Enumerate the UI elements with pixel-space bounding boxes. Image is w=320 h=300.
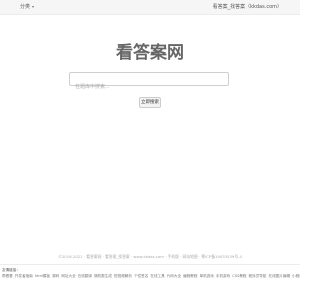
friend-link[interactable]: 程序员导航 xyxy=(249,274,267,278)
search-input[interactable] xyxy=(70,81,225,93)
search-box xyxy=(69,72,229,93)
friend-link[interactable]: 小程序开发 xyxy=(292,274,300,278)
category-label: 分类 xyxy=(20,4,31,10)
friend-links: 友情链接： 帮看看 开发者指南 html模板 源码 网址大全 在线翻译 随机数生成 短视频解析… xyxy=(0,264,300,288)
friend-link[interactable]: 帮看看 xyxy=(2,274,13,278)
friend-link[interactable]: 编程教程 xyxy=(183,274,197,278)
friend-link[interactable]: 手机游戏 xyxy=(216,274,230,278)
friend-link[interactable]: html模板 xyxy=(35,274,50,278)
friend-link[interactable]: 随机数生成 xyxy=(94,274,112,278)
search-button[interactable]: 立即搜索 xyxy=(139,97,161,108)
friend-link[interactable]: 开发者指南 xyxy=(15,274,33,278)
top-bar: 分类 ▾ 看答案_找答案（kkdas.com） xyxy=(0,0,300,15)
friend-link[interactable]: 在线工具 xyxy=(150,274,164,278)
site-name-link[interactable]: 看答案_找答案（kkdas.com） xyxy=(213,3,282,10)
friend-link[interactable]: 网址大全 xyxy=(61,274,75,278)
friend-link[interactable]: 在线图片编辑 xyxy=(268,274,290,278)
caret-down-icon: ▾ xyxy=(32,4,35,9)
friend-link[interactable]: 代码大全 xyxy=(167,274,181,278)
friend-link[interactable]: CSS教程 xyxy=(232,274,246,278)
category-dropdown[interactable]: 分类 ▾ xyxy=(20,3,34,10)
friend-links-label: 友情链接： xyxy=(2,268,20,272)
friend-link[interactable]: 源码 xyxy=(52,274,59,278)
friend-link[interactable]: 短视频解析 xyxy=(114,274,132,278)
copyright-text: ©2019-2021 · 看答案网 · 看答案_找答案 · www.kkdas.… xyxy=(58,254,242,259)
friend-link[interactable]: 在线翻译 xyxy=(78,274,92,278)
friend-link[interactable]: 个性签名 xyxy=(134,274,148,278)
site-logo: 看答案网 xyxy=(116,43,184,63)
friend-link[interactable]: 单机游戏 xyxy=(200,274,214,278)
